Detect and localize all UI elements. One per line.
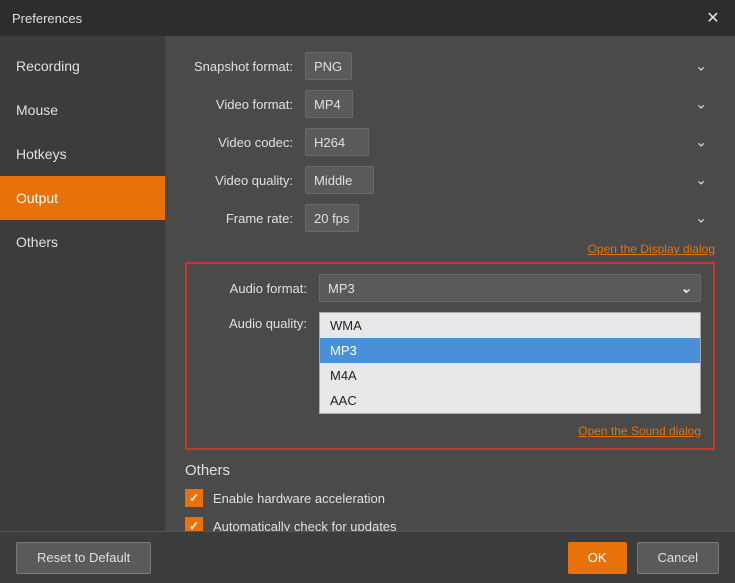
video-quality-select-wrapper: Low Middle High Lossless xyxy=(305,166,715,194)
audio-quality-row: Audio quality: WMA MP3 M4A AAC xyxy=(199,312,701,414)
open-sound-dialog-link[interactable]: Open the Sound dialog xyxy=(199,424,701,438)
audio-quality-option-m4a[interactable]: M4A xyxy=(320,363,700,388)
audio-format-row: Audio format: MP3 ⌄ xyxy=(199,274,701,302)
audio-quality-dropdown[interactable]: WMA MP3 M4A AAC xyxy=(319,312,701,414)
sidebar-item-others[interactable]: Others xyxy=(0,220,165,264)
video-format-select-wrapper: MP4 AVI MOV FLV xyxy=(305,90,715,118)
frame-rate-select-wrapper: 10 fps 15 fps 20 fps 25 fps 30 fps 60 fp… xyxy=(305,204,715,232)
reset-button[interactable]: Reset to Default xyxy=(16,542,151,574)
checkbox-updates[interactable] xyxy=(185,517,203,531)
video-format-row: Video format: MP4 AVI MOV FLV xyxy=(185,90,715,118)
sidebar: Recording Mouse Hotkeys Output Others xyxy=(0,36,165,531)
content-area: Snapshot format: PNG JPG BMP Video forma… xyxy=(165,36,735,531)
snapshot-format-row: Snapshot format: PNG JPG BMP xyxy=(185,52,715,80)
snapshot-format-select[interactable]: PNG JPG BMP xyxy=(305,52,352,80)
cancel-button[interactable]: Cancel xyxy=(637,542,719,574)
audio-quality-dropdown-container: WMA MP3 M4A AAC xyxy=(319,312,701,414)
checkbox-hardware[interactable] xyxy=(185,489,203,507)
video-quality-label: Video quality: xyxy=(185,173,305,188)
video-codec-select[interactable]: H264 H265 MPEG4 xyxy=(305,128,369,156)
frame-rate-label: Frame rate: xyxy=(185,211,305,226)
preferences-dialog: Preferences ✕ Recording Mouse Hotkeys Ou… xyxy=(0,0,735,583)
checkbox-hardware-label: Enable hardware acceleration xyxy=(213,491,385,506)
sidebar-item-mouse[interactable]: Mouse xyxy=(0,88,165,132)
audio-quality-option-mp3[interactable]: MP3 xyxy=(320,338,700,363)
video-quality-select[interactable]: Low Middle High Lossless xyxy=(305,166,374,194)
audio-format-value: MP3 xyxy=(328,281,355,296)
others-section: Others Enable hardware acceleration Auto… xyxy=(185,462,715,531)
ok-button[interactable]: OK xyxy=(568,542,627,574)
checkbox-row-updates: Automatically check for updates xyxy=(185,517,715,531)
video-codec-select-wrapper: H264 H265 MPEG4 xyxy=(305,128,715,156)
audio-quality-label: Audio quality: xyxy=(199,312,319,331)
footer: Reset to Default OK Cancel xyxy=(0,531,735,583)
audio-quality-option-wma[interactable]: WMA xyxy=(320,313,700,338)
frame-rate-row: Frame rate: 10 fps 15 fps 20 fps 25 fps … xyxy=(185,204,715,232)
close-button[interactable]: ✕ xyxy=(703,8,723,28)
audio-format-display[interactable]: MP3 ⌄ xyxy=(319,274,701,302)
dialog-title: Preferences xyxy=(12,11,82,26)
audio-format-label: Audio format: xyxy=(199,281,319,296)
frame-rate-select[interactable]: 10 fps 15 fps 20 fps 25 fps 30 fps 60 fp… xyxy=(305,204,359,232)
video-quality-row: Video quality: Low Middle High Lossless xyxy=(185,166,715,194)
snapshot-format-label: Snapshot format: xyxy=(185,59,305,74)
checkbox-row-hardware: Enable hardware acceleration xyxy=(185,489,715,507)
sidebar-item-output[interactable]: Output xyxy=(0,176,165,220)
video-codec-label: Video codec: xyxy=(185,135,305,150)
sidebar-item-hotkeys[interactable]: Hotkeys xyxy=(0,132,165,176)
audio-quality-option-aac[interactable]: AAC xyxy=(320,388,700,413)
audio-format-select-wrapper: MP3 ⌄ xyxy=(319,274,701,302)
video-codec-row: Video codec: H264 H265 MPEG4 xyxy=(185,128,715,156)
footer-right: OK Cancel xyxy=(568,542,719,574)
audio-section: Audio format: MP3 ⌄ Audio quality: WMA xyxy=(185,262,715,450)
video-format-select[interactable]: MP4 AVI MOV FLV xyxy=(305,90,353,118)
open-display-dialog-link[interactable]: Open the Display dialog xyxy=(185,242,715,256)
checkbox-updates-label: Automatically check for updates xyxy=(213,519,397,532)
audio-format-chevron-icon: ⌄ xyxy=(680,280,692,297)
dialog-body: Recording Mouse Hotkeys Output Others Sn… xyxy=(0,36,735,531)
video-format-label: Video format: xyxy=(185,97,305,112)
others-section-title: Others xyxy=(185,462,715,479)
title-bar: Preferences ✕ xyxy=(0,0,735,36)
snapshot-format-select-wrapper: PNG JPG BMP xyxy=(305,52,715,80)
sidebar-item-recording[interactable]: Recording xyxy=(0,44,165,88)
